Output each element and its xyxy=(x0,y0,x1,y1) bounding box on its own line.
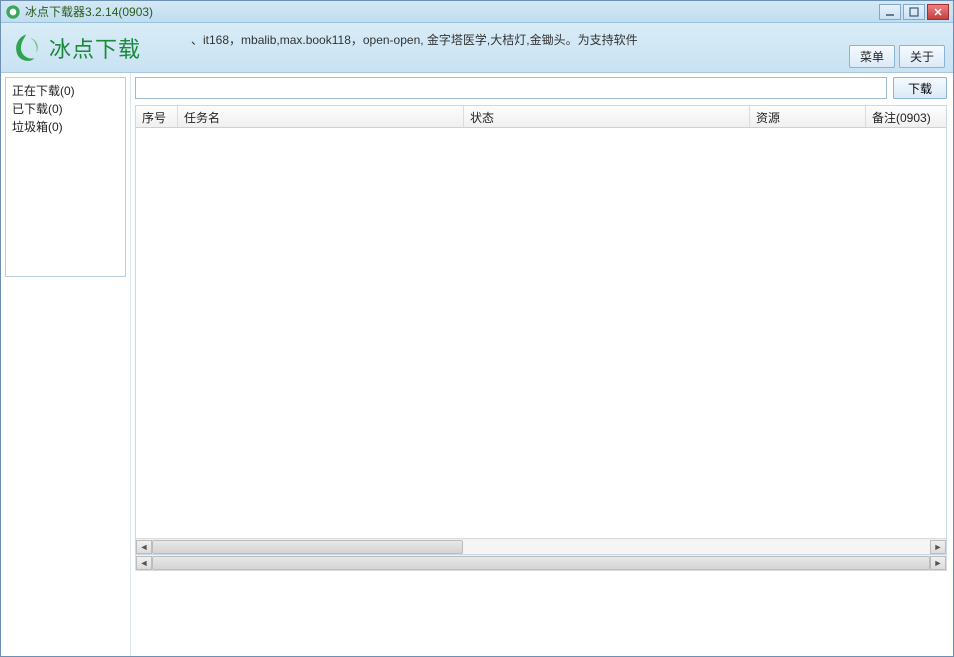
download-button[interactable]: 下载 xyxy=(893,77,947,99)
col-name[interactable]: 任务名 xyxy=(178,106,464,127)
main: 正在下载(0) 已下载(0) 垃圾箱(0) 下载 序号 任务名 状态 资源 备注… xyxy=(1,73,953,656)
titlebar: 冰点下载器3.2.14(0903) xyxy=(1,1,953,23)
logo-text: 冰点下载 xyxy=(49,32,141,64)
logo-icon xyxy=(9,31,43,65)
sidebar: 正在下载(0) 已下载(0) 垃圾箱(0) xyxy=(1,73,131,656)
header: 冰点下载 、it168，mbalib,max.book118，open-open… xyxy=(1,23,953,73)
minimize-button[interactable] xyxy=(879,4,901,20)
col-no[interactable]: 序号 xyxy=(136,106,178,127)
url-row: 下载 xyxy=(135,77,947,99)
sidebar-item-trash[interactable]: 垃圾箱(0) xyxy=(12,118,119,136)
menu-button[interactable]: 菜单 xyxy=(849,45,895,68)
sidebar-list: 正在下载(0) 已下载(0) 垃圾箱(0) xyxy=(5,77,126,277)
sidebar-item-downloading[interactable]: 正在下载(0) xyxy=(12,82,119,100)
app-icon xyxy=(5,4,21,20)
logo: 冰点下载 xyxy=(9,31,141,65)
scroll-track[interactable] xyxy=(152,556,930,570)
content: 下载 序号 任务名 状态 资源 备注(0903) ◄ ► ◄ ► xyxy=(131,73,953,656)
table-body: ◄ ► xyxy=(136,128,946,554)
window-controls xyxy=(879,4,949,20)
header-info-text: 、it168，mbalib,max.book118，open-open, 金字塔… xyxy=(191,31,638,48)
scroll-right-icon[interactable]: ► xyxy=(930,556,946,570)
sidebar-item-downloaded[interactable]: 已下载(0) xyxy=(12,100,119,118)
window-title: 冰点下载器3.2.14(0903) xyxy=(25,3,879,20)
scroll-left-icon[interactable]: ◄ xyxy=(136,556,152,570)
about-button[interactable]: 关于 xyxy=(899,45,945,68)
url-input[interactable] xyxy=(135,77,887,99)
maximize-button[interactable] xyxy=(903,4,925,20)
content-hscrollbar[interactable]: ◄ ► xyxy=(135,555,947,571)
scroll-thumb[interactable] xyxy=(152,540,463,554)
scroll-thumb[interactable] xyxy=(152,556,930,570)
scroll-left-icon[interactable]: ◄ xyxy=(136,540,152,554)
col-status[interactable]: 状态 xyxy=(464,106,750,127)
scroll-right-icon[interactable]: ► xyxy=(930,540,946,554)
table-header: 序号 任务名 状态 资源 备注(0903) xyxy=(136,106,946,128)
col-res[interactable]: 资源 xyxy=(750,106,866,127)
task-table: 序号 任务名 状态 资源 备注(0903) ◄ ► xyxy=(135,105,947,555)
close-button[interactable] xyxy=(927,4,949,20)
scroll-track[interactable] xyxy=(152,540,930,554)
col-note[interactable]: 备注(0903) xyxy=(866,106,946,127)
table-hscrollbar[interactable]: ◄ ► xyxy=(136,538,946,554)
